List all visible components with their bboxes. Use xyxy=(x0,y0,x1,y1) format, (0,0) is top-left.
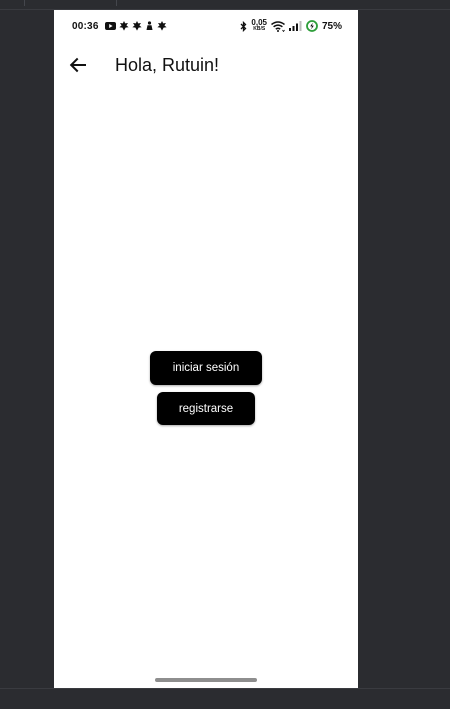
net-speed-unit: KB/S xyxy=(253,26,266,32)
wifi-icon xyxy=(271,20,285,32)
status-time: 00:36 xyxy=(72,21,99,32)
login-button[interactable]: iniciar sesión xyxy=(150,351,262,385)
home-indicator[interactable] xyxy=(155,678,257,682)
page-title: Hola, Rutuin! xyxy=(115,55,220,75)
notification-icon xyxy=(157,21,167,31)
status-notification-icons xyxy=(105,21,167,31)
status-bar: 00:36 0,05 KB/S 75% xyxy=(54,10,358,44)
battery-icon xyxy=(306,20,318,32)
status-system-icons: 0,05 KB/S 75% xyxy=(240,19,342,33)
notification-icon xyxy=(146,21,153,30)
bluetooth-icon xyxy=(240,20,247,32)
host-divider xyxy=(24,0,25,6)
net-speed: 0,05 KB/S xyxy=(251,19,267,33)
host-divider xyxy=(116,0,117,6)
register-button[interactable]: registrarse xyxy=(157,392,255,425)
net-speed-value: 0,05 xyxy=(251,18,267,27)
youtube-icon xyxy=(105,22,116,30)
arrow-left-icon[interactable] xyxy=(67,54,89,76)
notification-icon xyxy=(119,21,129,31)
app-bar: Hola, Rutuin! xyxy=(54,44,358,86)
signal-icon xyxy=(288,21,302,31)
battery-percent: 75% xyxy=(321,20,342,32)
host-top-bar xyxy=(0,0,450,10)
host-bottom-bar xyxy=(0,688,450,709)
phone-screen: 00:36 0,05 KB/S 75% Hola, Rutuin! inicia… xyxy=(54,10,358,688)
notification-icon xyxy=(132,21,142,31)
